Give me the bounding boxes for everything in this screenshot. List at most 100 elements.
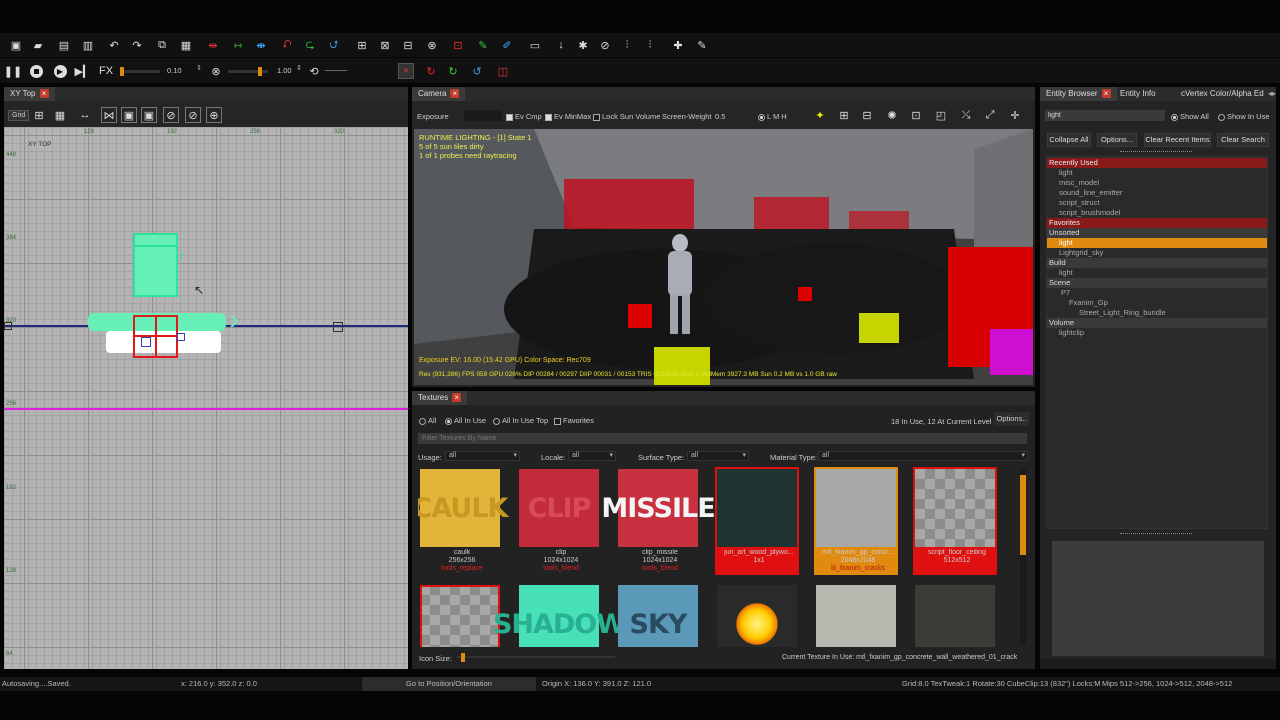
texture-thumbnail[interactable]: SHADOW (493, 585, 626, 647)
redo-icon[interactable]: ↷ (129, 37, 145, 53)
radio[interactable] (419, 417, 426, 425)
xy-grid-canvas[interactable]: XY TOP 128 192 256 320 448 384 320 256 1… (4, 127, 408, 669)
show-all-toggle[interactable]: Show All (1171, 112, 1209, 121)
axis-icon[interactable]: ⋈ (101, 107, 117, 123)
tab-camera[interactable]: Camera × (412, 87, 466, 101)
grid-large-icon[interactable]: ▦ (52, 107, 68, 123)
undo-icon[interactable]: ↶ (106, 37, 122, 53)
green-reload-icon[interactable]: ↻ (445, 63, 461, 79)
tree-node[interactable]: misc_model (1047, 178, 1267, 188)
flip-z-icon[interactable]: ⇼ (253, 37, 269, 53)
select-icon[interactable]: ▣ (121, 107, 137, 123)
red-reload-icon[interactable]: ↻ (423, 63, 439, 79)
tree-node[interactable]: Favorites (1047, 218, 1267, 228)
options-button[interactable]: Options.. (994, 412, 1029, 426)
step-forward-icon[interactable]: ▶▎ (75, 63, 92, 79)
close-icon[interactable]: × (450, 89, 460, 98)
exposure-field[interactable] (464, 110, 502, 121)
link-icon[interactable]: ⊗ (208, 63, 224, 79)
radio[interactable] (1218, 113, 1225, 121)
red-selection-box[interactable] (133, 315, 178, 358)
texture-thumbnail[interactable]: MISSILE clip_missile 1024x1024 tools_blend (601, 469, 716, 581)
scale-stepper[interactable]: ⇕ (296, 64, 302, 72)
plug-icon[interactable]: ✚ (670, 37, 686, 53)
screen-weight-value[interactable]: 0.5 (715, 112, 725, 121)
radio[interactable] (493, 417, 500, 425)
ev-cmp-toggle[interactable]: Ev Cmp (506, 112, 542, 121)
tree-node[interactable]: light (1047, 238, 1267, 248)
move-icon[interactable]: ⊡ (908, 107, 924, 123)
brush-icon[interactable]: ⊘ (185, 107, 201, 123)
rotate-y-icon[interactable]: ⮎ (302, 37, 318, 53)
close-icon[interactable]: × (452, 393, 462, 402)
filter-all-in-use-top[interactable]: All In Use Top (493, 416, 548, 425)
add-icon[interactable]: ✛ (1007, 107, 1023, 123)
paint-icon[interactable]: ✐ (499, 37, 515, 53)
collapse-all-button[interactable]: Collapse All (1047, 133, 1091, 147)
tree-node[interactable]: Scene (1047, 278, 1267, 288)
grid-icon[interactable]: ⊞ (31, 107, 47, 123)
light-entity-box[interactable] (133, 233, 178, 297)
merge-icon[interactable]: ⊠ (377, 37, 393, 53)
tree-node[interactable]: script_struct (1047, 198, 1267, 208)
paste-icon[interactable]: ▦ (178, 37, 194, 53)
radio[interactable] (445, 417, 452, 425)
surface-select[interactable]: all (687, 451, 749, 461)
tree2-icon[interactable]: ⫶ (642, 37, 658, 53)
hollow-icon[interactable]: ⊟ (400, 37, 416, 53)
texture-thumbnail[interactable] (913, 585, 1011, 647)
tab-entity-browser[interactable]: Entity Browser × (1040, 87, 1117, 101)
save-icon[interactable]: ▤ (56, 37, 72, 53)
texture-thumbnail[interactable]: jun_art_wood_plywo... 1x1 (715, 467, 813, 581)
checkbox[interactable] (545, 113, 552, 121)
bulb-icon[interactable]: ✦ (812, 107, 828, 123)
sun-down-icon[interactable]: ✱ (575, 37, 591, 53)
ev-minmax-toggle[interactable]: Ev MinMax (545, 112, 591, 121)
new-file-icon[interactable]: ▣ (8, 37, 24, 53)
flip-x-icon[interactable]: ⇹ (205, 37, 221, 53)
material-select[interactable]: all (818, 451, 1028, 461)
checkbox[interactable] (554, 417, 561, 425)
red-cursor-icon[interactable]: ◫ (495, 63, 511, 79)
texture-thumbnail[interactable] (715, 585, 813, 647)
tab-xy-top[interactable]: XY Top × (4, 87, 55, 101)
camera-viewport[interactable]: RUNTIME LIGHTING - [1] State 1 5 of 5 su… (414, 129, 1033, 385)
options-button[interactable]: Options... (1097, 133, 1137, 147)
save-as-icon[interactable]: ▥ (80, 37, 96, 53)
tree-node[interactable]: sound_line_emitter (1047, 188, 1267, 198)
flip-y-icon[interactable]: ⇿ (230, 37, 246, 53)
filter-all[interactable]: All (419, 416, 436, 425)
handle[interactable] (333, 322, 343, 332)
splitter-handle[interactable] (1120, 533, 1192, 535)
lock-icon[interactable]: ⊡ (450, 37, 466, 53)
no-icon[interactable]: ⊘ (597, 37, 613, 53)
fx-toggle-icon[interactable]: ✕ (398, 63, 414, 79)
usage-select[interactable]: all (445, 451, 520, 461)
fx-scale-icon[interactable]: ⟲ (306, 63, 322, 79)
blue-reload-icon[interactable]: ↺ (469, 63, 485, 79)
texture-thumbnail[interactable] (814, 585, 912, 647)
checkbox[interactable] (593, 113, 600, 121)
tree-node[interactable]: Recently Used (1047, 158, 1267, 168)
speed-slider-track[interactable] (120, 67, 160, 76)
tree-node[interactable]: lightclip (1047, 328, 1267, 338)
crosshair-icon[interactable]: ⊕ (206, 107, 222, 123)
quality-toggle[interactable]: L M H (758, 112, 787, 121)
frame-icon[interactable]: ◰ (933, 107, 949, 123)
tree-node[interactable]: Volume (1047, 318, 1267, 328)
tree-icon[interactable]: ⫶ (619, 37, 635, 53)
texture-thumbnail[interactable]: CLIP clip 1024x1024 tools_blend (517, 469, 615, 581)
tree-node[interactable]: script_brushmodel (1047, 208, 1267, 218)
tab-textures[interactable]: Textures × (412, 391, 468, 405)
grid-button[interactable]: Grid (8, 110, 30, 121)
snap2-icon[interactable]: ⊟ (859, 107, 875, 123)
tree-node[interactable]: Lightgrid_sky (1047, 248, 1267, 258)
rotate-x-icon[interactable]: ⮏ (279, 37, 295, 53)
tab-entity-info[interactable]: Entity Info (1114, 87, 1162, 101)
clear-recent-button[interactable]: Clear Recent Items (1144, 133, 1211, 147)
tab-vertex-color[interactable]: cVertex Color/Alpha Ed (1175, 87, 1267, 101)
close-icon[interactable]: × (1101, 89, 1111, 98)
tree-node[interactable]: Street_Light_Ring_bundle (1047, 308, 1267, 318)
handle[interactable] (4, 322, 12, 330)
open-icon[interactable]: ▰ (30, 37, 46, 53)
